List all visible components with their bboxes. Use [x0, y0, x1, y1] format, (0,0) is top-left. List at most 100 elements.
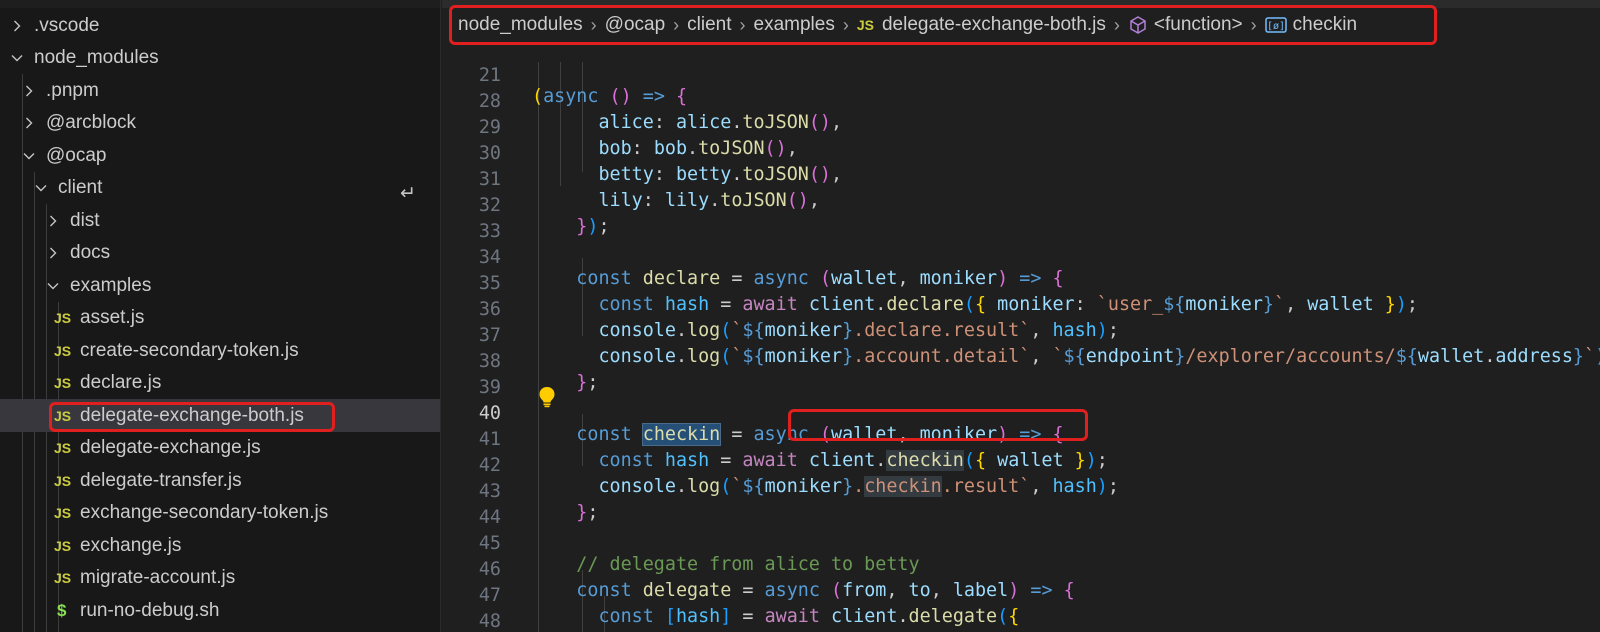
folder-item-ocap[interactable]: @ocap: [0, 139, 440, 172]
tree-item-label: asset.js: [80, 307, 145, 328]
file-item-exchange-js[interactable]: JS exchange.js: [0, 529, 440, 562]
code-editor[interactable]: node_modules › @ocap › client › examples…: [442, 0, 1600, 632]
explorer-sidebar: .vscode node_modules .pnpm @arcblock @ocap cl…: [0, 0, 441, 632]
file-item-run-no-debug-sh[interactable]: $ run-no-debug.sh: [0, 594, 440, 627]
file-item-create-secondary-token-js[interactable]: JS create-secondary-token.js: [0, 334, 440, 367]
code-line: 39: [442, 354, 1600, 398]
code-area[interactable]: 21 (async () => { 28 alice: alice.toJSON…: [442, 42, 1600, 632]
breadcrumb-item-file[interactable]: JS delegate-exchange-both.js: [857, 14, 1106, 36]
breadcrumb-item-client[interactable]: client: [687, 14, 731, 36]
file-item-migrate-account-js[interactable]: JS migrate-account.js: [0, 562, 440, 595]
chevron-right-icon: [14, 20, 21, 31]
code-line: 33: [442, 198, 1600, 242]
tree-item-label: docs: [70, 242, 111, 263]
tree-item-label: delegate-transfer.js: [80, 469, 242, 491]
js-file-icon: JS: [54, 440, 72, 456]
tree-item-label: client: [58, 177, 103, 198]
folder-item-arcblock[interactable]: @arcblock: [0, 107, 440, 140]
tree-item-label: node_modules: [34, 47, 159, 68]
file-item-delegate-exchange-both-js[interactable]: JS delegate-exchange-both.js: [0, 399, 440, 432]
breadcrumb-item-node-modules[interactable]: node_modules: [458, 14, 583, 36]
tree-item-label: examples: [70, 274, 152, 296]
file-item-asset-js[interactable]: JS asset.js: [0, 302, 440, 335]
js-file-icon: JS: [54, 570, 72, 586]
tree-item-label: run-no-debug.sh: [80, 599, 220, 621]
tree-item-label: @arcblock: [46, 112, 137, 133]
js-file-icon: JS: [54, 505, 72, 521]
js-file-icon: JS: [856, 17, 874, 33]
chevron-right-icon: ›: [590, 14, 597, 35]
code-line: 29 bob: bob.toJSON(),: [442, 94, 1600, 159]
tree-item-label: exchange.js: [80, 534, 182, 556]
folder-item-dist[interactable]: dist: [0, 204, 440, 237]
file-item-exchange-secondary-token-js[interactable]: JS exchange-secondary-token.js: [0, 497, 440, 530]
shell-file-icon: $: [57, 600, 67, 620]
code-line: 30 betty: betty.toJSON(),: [442, 120, 1600, 185]
code-line: 44: [442, 484, 1600, 528]
editor-top-strip: [442, 0, 1600, 8]
breadcrumb-label: <function>: [1153, 14, 1243, 35]
code-line: 28 alice: alice.toJSON(),: [442, 68, 1600, 133]
folder-item-examples[interactable]: examples: [0, 269, 440, 302]
tree-item-label: declare.js: [80, 372, 162, 393]
code-line: 41 const hash = await client.checkin({ w…: [442, 406, 1600, 471]
breadcrumb-item-examples[interactable]: examples: [754, 14, 835, 36]
chevron-right-icon: ›: [1250, 14, 1257, 35]
breadcrumb-label: @ocap: [604, 14, 666, 35]
folder-item-client[interactable]: client: [0, 172, 440, 205]
file-item-declare-js[interactable]: JS declare.js: [0, 367, 440, 400]
js-file-icon: JS: [54, 472, 72, 489]
js-file-icon: JS: [54, 537, 72, 554]
tree-item-label: .vscode: [34, 14, 100, 36]
code-line: 31 lily: lily.toJSON(),: [442, 146, 1600, 211]
code-line: 38 };: [442, 328, 1600, 393]
folder-item-docs[interactable]: docs: [0, 237, 440, 270]
code-line: 35 const hash = await client.declare({ m…: [442, 250, 1600, 315]
line-number: 48: [478, 611, 501, 632]
breadcrumb-item-function[interactable]: <function>: [1128, 14, 1243, 36]
file-item-delegate-exchange-js[interactable]: JS delegate-exchange.js: [0, 432, 440, 465]
breadcrumb-label: client: [687, 14, 732, 35]
folder-item-vscode[interactable]: .vscode: [0, 9, 440, 42]
tree-item-label: migrate-account.js: [80, 567, 236, 588]
breadcrumb-item-checkin[interactable]: [ø] checkin: [1264, 14, 1358, 36]
code-line: 48 from,: [442, 588, 1600, 632]
code-line: 46 const delegate = async (from, to, lab…: [442, 536, 1600, 601]
breadcrumb-item-ocap[interactable]: @ocap: [605, 14, 666, 36]
breadcrumb-label: examples: [753, 14, 835, 35]
breadcrumb-label: checkin: [1292, 14, 1358, 35]
chevron-right-icon: [26, 117, 33, 129]
chevron-right-icon: [50, 247, 57, 259]
tree-item-label: @ocap: [46, 144, 107, 166]
chevron-down-icon: [35, 185, 47, 192]
code-line: 42 console.log(`${moniker}.checkin.resul…: [442, 432, 1600, 497]
code-line: 21 (async () => {: [442, 42, 1600, 107]
cube-icon: [1130, 16, 1146, 34]
folder-item-node-modules[interactable]: node_modules: [0, 42, 440, 75]
chevron-down-icon: [47, 282, 59, 289]
js-file-icon: JS: [54, 407, 72, 424]
variable-icon: [ø]: [1264, 17, 1287, 33]
sidebar-top-strip: [0, 0, 440, 8]
js-file-icon: JS: [54, 342, 72, 359]
js-file-icon: JS: [54, 375, 72, 391]
file-item-delegate-transfer-js[interactable]: JS delegate-transfer.js: [0, 464, 440, 497]
breadcrumb-label: node_modules: [458, 14, 583, 35]
chevron-down-icon: [11, 55, 23, 62]
chevron-right-icon: ›: [673, 14, 680, 35]
tree-item-label: create-secondary-token.js: [80, 339, 299, 361]
js-file-icon: JS: [54, 310, 72, 326]
code-line: 45 // delegate from alice to betty: [442, 510, 1600, 575]
chevron-down-icon: [23, 152, 35, 159]
lightbulb-icon[interactable]: [538, 386, 556, 408]
chevron-right-icon: [50, 215, 57, 226]
tree-item-label: delegate-exchange.js: [80, 437, 261, 458]
chevron-right-icon: ›: [739, 14, 746, 35]
chevron-right-icon: [26, 85, 33, 96]
tree-item-label: .pnpm: [46, 79, 99, 101]
code-line: 36 console.log(`${moniker}.declare.resul…: [442, 276, 1600, 341]
breadcrumb-label: delegate-exchange-both.js: [881, 14, 1106, 35]
chevron-right-icon: ›: [1113, 14, 1120, 35]
folder-item-pnpm[interactable]: .pnpm: [0, 74, 440, 107]
follow-link-icon[interactable]: ↵: [400, 182, 416, 205]
